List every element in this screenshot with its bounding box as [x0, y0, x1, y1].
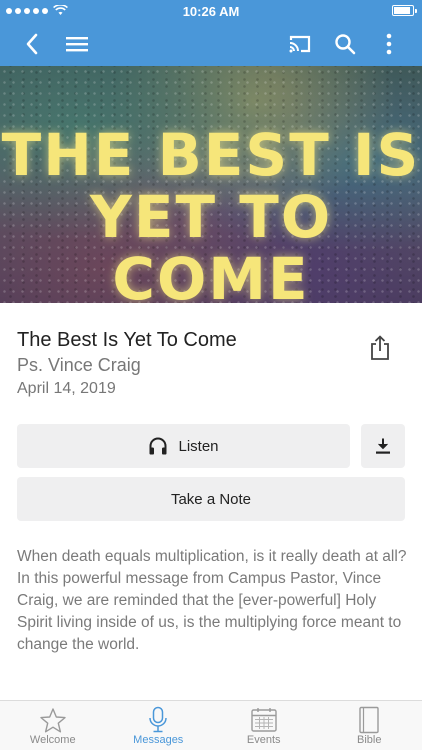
download-icon: [376, 438, 390, 454]
message-title: The Best Is Yet To Come: [17, 329, 237, 351]
tab-events[interactable]: Events: [211, 701, 317, 750]
tab-label-bible: Bible: [357, 734, 382, 746]
download-button[interactable]: [361, 424, 405, 468]
back-button[interactable]: [18, 30, 46, 58]
menu-button[interactable]: [63, 30, 91, 58]
message-date: April 14, 2019: [17, 380, 116, 397]
listen-button[interactable]: Listen: [17, 424, 350, 468]
tab-welcome[interactable]: Welcome: [0, 701, 106, 750]
battery-icon: [392, 5, 417, 16]
take-note-button[interactable]: Take a Note: [17, 477, 405, 521]
tab-bible[interactable]: Bible: [317, 701, 422, 750]
message-description: When death equals multiplication, is it …: [17, 548, 407, 653]
tab-messages[interactable]: Messages: [106, 701, 212, 750]
status-bar: 10:26 AM: [0, 0, 422, 22]
search-button[interactable]: [331, 30, 359, 58]
calendar-icon: [251, 708, 277, 732]
share-button[interactable]: [366, 334, 394, 362]
tab-label-messages: Messages: [133, 734, 184, 746]
more-button[interactable]: [375, 30, 403, 58]
tab-label-welcome: Welcome: [29, 734, 76, 746]
message-speaker: Ps. Vince Craig: [17, 355, 141, 375]
search-icon: [335, 34, 356, 55]
tab-bar: Welcome Messages Events Bible: [0, 700, 422, 750]
nav-bar: [0, 22, 422, 66]
share-icon: [371, 335, 389, 360]
status-time: 10:26 AM: [182, 4, 240, 19]
headphones-icon: [149, 437, 167, 455]
battery-fill: [394, 7, 411, 14]
artwork-title-line-2: YET TO COME: [89, 183, 333, 303]
microphone-icon: [149, 706, 167, 733]
listen-label: Listen: [178, 437, 219, 455]
tab-label-events: Events: [246, 734, 281, 746]
cast-icon: [289, 35, 311, 53]
book-icon: [359, 706, 379, 734]
take-note-label: Take a Note: [170, 490, 252, 508]
hamburger-icon: [66, 37, 88, 52]
star-icon: [40, 707, 66, 732]
more-vertical-icon: [386, 33, 392, 55]
chevron-left-icon: [26, 33, 38, 55]
artwork-title-line-1: THE BEST IS: [1, 121, 421, 189]
cast-button[interactable]: [286, 30, 314, 58]
sermon-artwork: THE BEST IS YET TO COME: [0, 66, 422, 303]
